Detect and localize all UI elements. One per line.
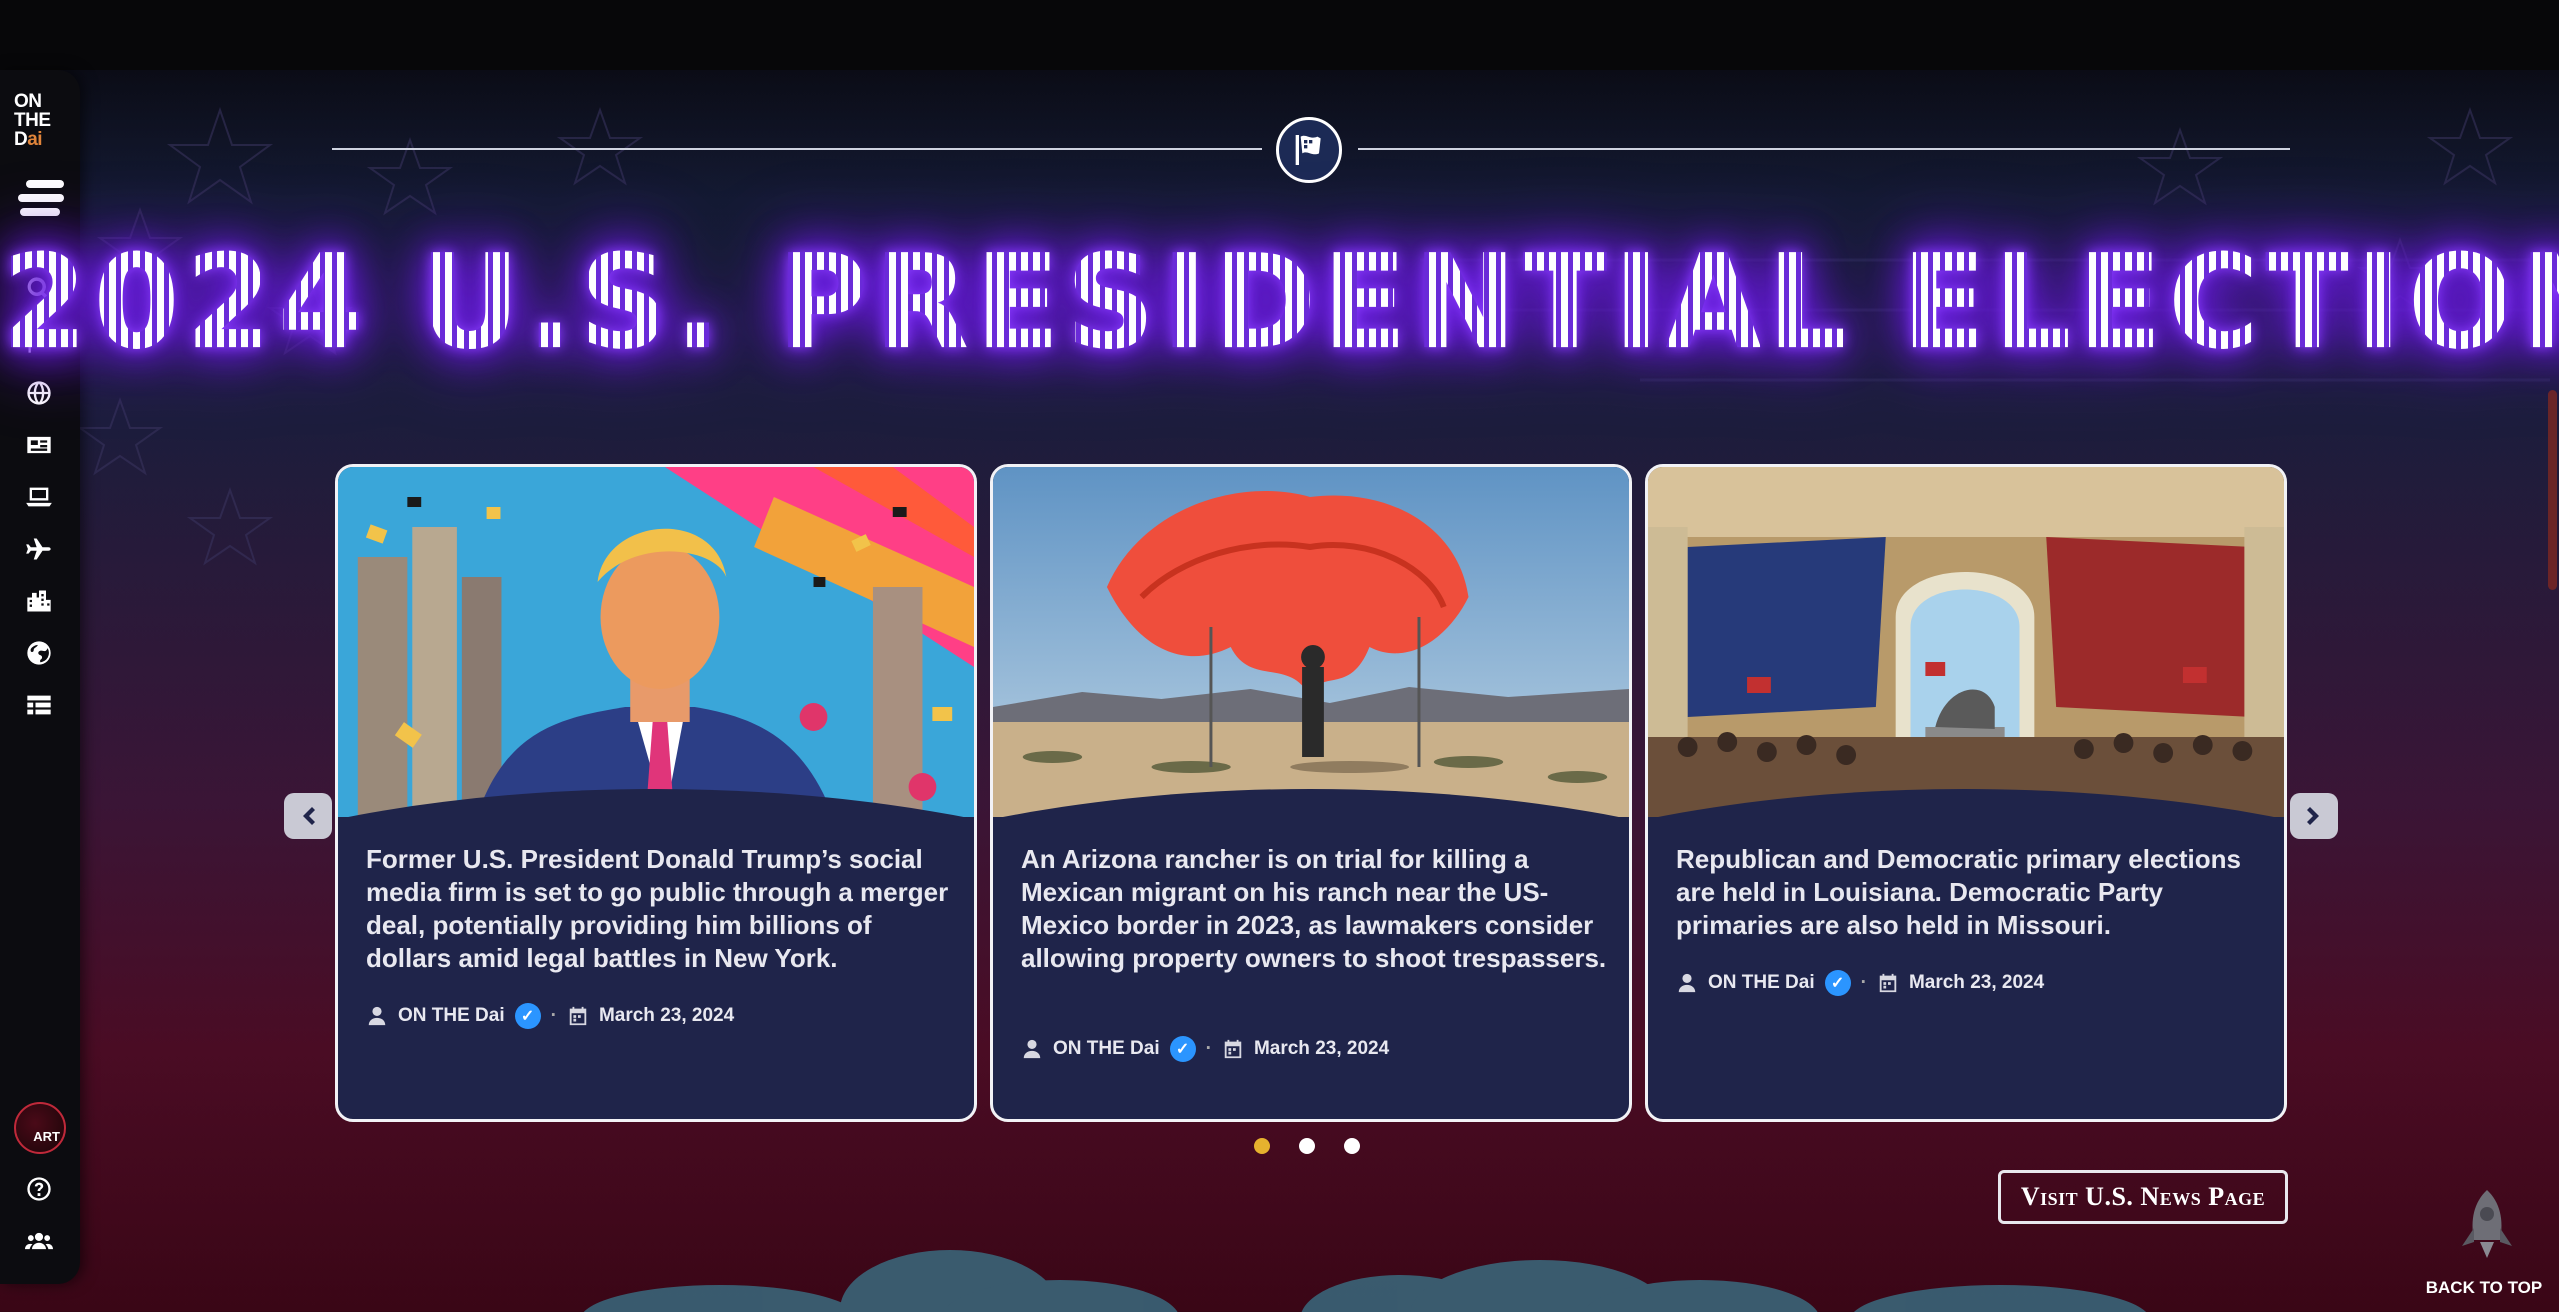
news-card-image-3 xyxy=(1648,467,2284,817)
news-card-author[interactable]: ON THE Dai xyxy=(1053,1038,1160,1060)
city-icon[interactable] xyxy=(22,584,56,618)
calendar-icon xyxy=(569,1006,587,1026)
carousel-next-button[interactable] xyxy=(2290,793,2338,839)
logo-ai: ai xyxy=(27,129,43,150)
table-list-icon[interactable] xyxy=(22,688,56,722)
news-card-headline[interactable]: An Arizona rancher is on trial for killi… xyxy=(1021,843,1611,975)
page-scrollbar-thumb[interactable] xyxy=(2548,390,2557,590)
news-card-author[interactable]: ON THE Dai xyxy=(398,1005,505,1027)
back-to-top-button[interactable]: BACK TO TOP xyxy=(2424,1190,2544,1300)
site-logo[interactable]: ON THE Dai xyxy=(14,92,68,149)
news-card-date: March 23, 2024 xyxy=(598,1005,735,1026)
card-wave-divider xyxy=(338,789,974,829)
news-card-meta: ON THE Dai ✓ · March 23, 2024 xyxy=(1676,970,2044,996)
card-wave-divider xyxy=(1648,789,2284,829)
news-card-date: March 23, 2024 xyxy=(1908,972,2045,993)
news-card-image-1 xyxy=(338,467,974,817)
back-to-top-label: BACK TO TOP xyxy=(2425,1278,2543,1297)
top-bar xyxy=(0,0,2559,70)
news-card-3[interactable]: Republican and Democratic primary electi… xyxy=(1645,464,2287,1122)
user-icon xyxy=(1023,1039,1041,1059)
news-card-meta: ON THE Dai ✓ · March 23, 2024 xyxy=(366,1003,734,1029)
laptop-icon[interactable] xyxy=(22,480,56,514)
newspaper-icon[interactable] xyxy=(22,428,56,462)
chevron-right-icon xyxy=(2307,807,2319,825)
section-title-wrap: 2024 U.S. PRESIDENTIAL ELECTION xyxy=(1,218,2559,388)
calendar-icon xyxy=(1879,973,1897,993)
meta-separator: · xyxy=(1860,972,1867,993)
flag-badge-icon xyxy=(1276,117,1342,183)
carousel-dot-2[interactable] xyxy=(1299,1138,1315,1154)
users-icon[interactable] xyxy=(22,1224,56,1258)
verified-badge-icon: ✓ xyxy=(1824,970,1851,996)
carousel-prev-button[interactable] xyxy=(284,793,332,839)
news-card-headline[interactable]: Republican and Democratic primary electi… xyxy=(1676,843,2266,942)
news-card-meta: ON THE Dai ✓ · March 23, 2024 xyxy=(1021,1036,1389,1062)
visit-us-news-button[interactable]: Visit U.S. News Page xyxy=(1998,1170,2288,1224)
globe-icon[interactable] xyxy=(22,376,56,410)
earth-icon[interactable] xyxy=(22,636,56,670)
news-card-headline[interactable]: Former U.S. President Donald Trump’s soc… xyxy=(366,843,956,975)
news-card-image-2 xyxy=(993,467,1629,817)
logo-line-3: Dai xyxy=(14,130,68,149)
news-card-2[interactable]: An Arizona rancher is on trial for killi… xyxy=(990,464,1632,1122)
art-badge[interactable]: ART xyxy=(14,1102,66,1154)
section-title: 2024 U.S. PRESIDENTIAL ELECTION xyxy=(1,227,2559,378)
carousel-dot-1[interactable] xyxy=(1254,1138,1270,1154)
verified-badge-icon: ✓ xyxy=(514,1003,541,1029)
rocket-icon xyxy=(2462,1190,2512,1258)
decorative-clouds xyxy=(583,1250,2146,1312)
header-divider-right xyxy=(1358,148,2290,150)
calendar-icon xyxy=(1224,1039,1242,1059)
plane-icon[interactable] xyxy=(22,532,56,566)
carousel-dot-3[interactable] xyxy=(1344,1138,1360,1154)
meta-separator: · xyxy=(550,1005,557,1026)
meta-separator: · xyxy=(1205,1038,1212,1059)
logo-line-1: ON xyxy=(14,91,42,112)
logo-line-2: THE xyxy=(14,110,51,131)
card-wave-divider xyxy=(993,789,1629,829)
chevron-left-icon xyxy=(303,807,315,825)
verified-badge-icon: ✓ xyxy=(1169,1036,1196,1062)
carousel-pagination xyxy=(1254,1138,1360,1154)
question-icon[interactable] xyxy=(22,1172,56,1206)
news-card-author[interactable]: ON THE Dai xyxy=(1708,972,1815,994)
logo-d: D xyxy=(14,129,28,150)
news-card-date: March 23, 2024 xyxy=(1253,1038,1390,1059)
menu-hamburger-icon[interactable] xyxy=(18,180,64,222)
user-icon xyxy=(368,1006,386,1026)
header-divider-left xyxy=(332,148,1262,150)
news-card-1[interactable]: Former U.S. President Donald Trump’s soc… xyxy=(335,464,977,1122)
art-badge-label: ART xyxy=(33,1129,60,1144)
user-icon xyxy=(1678,973,1696,993)
